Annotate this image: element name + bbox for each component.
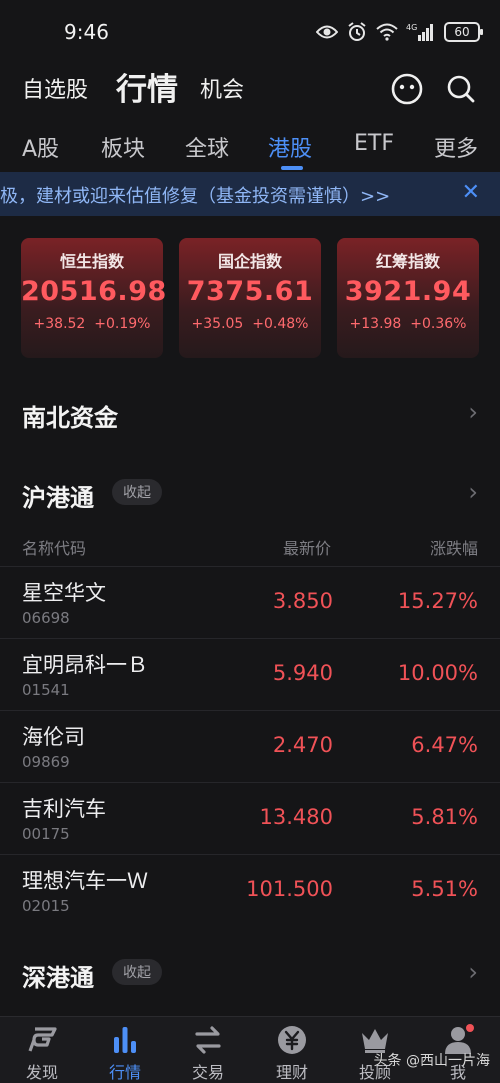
tab-global[interactable]: 全球 bbox=[185, 131, 229, 163]
stock-code: 02015 bbox=[22, 897, 70, 915]
chevron-right-icon[interactable]: › bbox=[468, 958, 478, 986]
stock-price: 2.470 bbox=[272, 733, 333, 757]
index-change: +13.98 +0.36% bbox=[349, 316, 467, 332]
tab-more[interactable]: 更多 bbox=[434, 131, 478, 163]
table-row[interactable]: 理想汽车一Ｗ 02015 101.500 5.51% bbox=[0, 854, 500, 926]
stock-name: 吉利汽车 bbox=[22, 797, 106, 821]
collapse-button[interactable]: 收起 bbox=[112, 959, 162, 985]
eye-icon bbox=[316, 21, 338, 43]
close-icon[interactable]: ✕ bbox=[462, 180, 480, 205]
alarm-icon bbox=[346, 21, 368, 43]
stock-code: 06698 bbox=[22, 609, 70, 627]
bottom-nav-label: 交易 bbox=[191, 1063, 224, 1082]
section-sz-hk-connect[interactable]: 深港通 bbox=[22, 958, 94, 993]
index-value: 7375.61 bbox=[186, 276, 314, 307]
index-name: 恒生指数 bbox=[59, 252, 124, 271]
nav-opportunity[interactable]: 机会 bbox=[200, 72, 244, 104]
table-row[interactable]: 宜明昂科一Ｂ 01541 5.940 10.00% bbox=[0, 638, 500, 710]
table-row[interactable]: 海伦司 09869 2.470 6.47% bbox=[0, 710, 500, 782]
tab-etf[interactable]: ETF bbox=[354, 131, 394, 156]
bottom-nav-discover[interactable]: 发现 bbox=[12, 1023, 72, 1083]
index-change: +35.05 +0.48% bbox=[191, 316, 309, 332]
chevron-right-icon[interactable]: › bbox=[468, 478, 478, 506]
signal-icon: 4G bbox=[406, 21, 436, 43]
index-card-hscei[interactable]: 国企指数 7375.61 +35.05 +0.48% bbox=[179, 238, 321, 358]
index-card-hsi[interactable]: 恒生指数 20516.98 +38.52 +0.19% bbox=[21, 238, 167, 358]
bottom-nav-label: 行情 bbox=[108, 1063, 141, 1082]
promo-banner[interactable]: 积极，建材或迎来估值修复（基金投资需谨慎）>> ✕ bbox=[0, 172, 500, 216]
status-bar: 9:46 4G 60 bbox=[0, 0, 500, 62]
stock-price: 3.850 bbox=[272, 589, 333, 613]
battery-icon: 60 bbox=[444, 22, 483, 42]
header-price[interactable]: 最新价 bbox=[283, 535, 331, 559]
nav-market[interactable]: 行情 bbox=[116, 64, 178, 109]
wifi-icon bbox=[376, 21, 398, 43]
tab-sectors[interactable]: 板块 bbox=[101, 131, 145, 163]
stock-name: 海伦司 bbox=[22, 725, 85, 749]
search-icon[interactable] bbox=[444, 72, 478, 106]
stock-change-pct: 15.27% bbox=[397, 589, 478, 613]
stock-code: 01541 bbox=[22, 681, 70, 699]
stock-change-pct: 6.47% bbox=[411, 733, 478, 757]
nav-watchlist[interactable]: 自选股 bbox=[22, 72, 88, 104]
status-icons: 4G 60 bbox=[316, 20, 483, 44]
index-value: 20516.98 bbox=[21, 276, 167, 307]
market-tabs: A股 板块 全球 港股 ETF 更多 bbox=[0, 126, 500, 170]
bottom-nav-label: 理财 bbox=[275, 1063, 308, 1082]
tab-a-shares[interactable]: A股 bbox=[22, 131, 59, 163]
table-row[interactable]: 星空华文 06698 3.850 15.27% bbox=[0, 566, 500, 638]
stock-price: 101.500 bbox=[246, 877, 333, 901]
stock-change-pct: 5.51% bbox=[411, 877, 478, 901]
market-chart-icon bbox=[114, 1027, 136, 1053]
table-header: 名称代码 最新价 涨跌幅 bbox=[0, 535, 500, 559]
chat-bot-icon[interactable] bbox=[390, 72, 424, 106]
collapse-button[interactable]: 收起 bbox=[112, 479, 162, 505]
stock-code: 00175 bbox=[22, 825, 70, 843]
bottom-nav-wealth[interactable]: 理财 bbox=[262, 1023, 322, 1083]
index-card-hscci[interactable]: 红筹指数 3921.94 +13.98 +0.36% bbox=[337, 238, 479, 358]
index-change: +38.52 +0.19% bbox=[33, 316, 151, 332]
stock-change-pct: 10.00% bbox=[397, 661, 478, 685]
stock-name: 宜明昂科一Ｂ bbox=[22, 653, 148, 677]
header-name-code[interactable]: 名称代码 bbox=[22, 535, 86, 559]
tab-hk-stocks[interactable]: 港股 bbox=[268, 131, 312, 163]
discover-icon bbox=[28, 1027, 57, 1052]
stock-name: 星空华文 bbox=[22, 581, 106, 605]
stock-price: 13.480 bbox=[259, 805, 333, 829]
section-sh-hk-connect[interactable]: 沪港通 bbox=[22, 478, 94, 513]
bottom-nav-trade[interactable]: 交易 bbox=[178, 1023, 238, 1083]
stock-code: 09869 bbox=[22, 753, 70, 771]
banner-text: 积极，建材或迎来估值修复（基金投资需谨慎）>> bbox=[0, 186, 391, 207]
index-name: 红筹指数 bbox=[375, 252, 440, 271]
stock-change-pct: 5.81% bbox=[411, 805, 478, 829]
active-tab-indicator bbox=[281, 166, 303, 170]
index-value: 3921.94 bbox=[344, 276, 472, 307]
network-label: 4G bbox=[406, 23, 417, 32]
header-change[interactable]: 涨跌幅 bbox=[430, 535, 478, 559]
section-north-south[interactable]: 南北资金 bbox=[22, 398, 118, 433]
watermark-text: 头条 @西山一片海 bbox=[373, 1053, 490, 1069]
status-time: 9:46 bbox=[64, 20, 109, 44]
chevron-right-icon[interactable]: › bbox=[468, 398, 478, 426]
bottom-nav-market[interactable]: 行情 bbox=[95, 1023, 155, 1083]
trade-arrows-icon bbox=[195, 1026, 221, 1054]
stock-name: 理想汽车一Ｗ bbox=[22, 869, 148, 893]
index-name: 国企指数 bbox=[217, 252, 282, 271]
yuan-coin-icon bbox=[278, 1026, 306, 1054]
table-row[interactable]: 吉利汽车 00175 13.480 5.81% bbox=[0, 782, 500, 854]
top-nav: 自选股 行情 机会 bbox=[0, 62, 500, 114]
stock-price: 5.940 bbox=[272, 661, 333, 685]
bottom-nav-label: 发现 bbox=[25, 1063, 58, 1082]
